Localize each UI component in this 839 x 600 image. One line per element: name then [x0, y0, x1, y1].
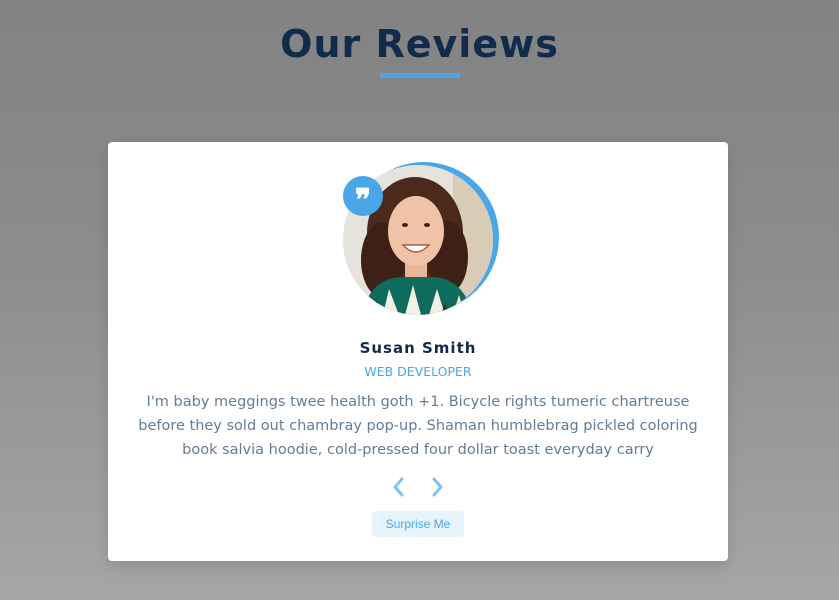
avatar-container: ❞ [343, 162, 501, 317]
surprise-me-button[interactable]: Surprise Me [372, 511, 464, 537]
review-card: ❞ Susan Smith WEB DEVELOPER I'm baby meg… [108, 142, 728, 561]
next-button[interactable] [426, 470, 450, 500]
prev-button[interactable] [386, 470, 410, 500]
chevron-right-icon [432, 477, 443, 496]
author-name: Susan Smith [359, 339, 477, 357]
quote-icon: ❞ [343, 176, 383, 218]
title-underline [379, 73, 460, 78]
title-section: Our Reviews [0, 18, 839, 78]
review-text: I'm baby meggings twee health goth +1. B… [138, 394, 698, 458]
chevron-left-icon [393, 477, 404, 496]
author-job: WEB DEVELOPER [364, 364, 472, 379]
navigation-buttons [108, 470, 728, 500]
page-title: Our Reviews [280, 22, 559, 66]
